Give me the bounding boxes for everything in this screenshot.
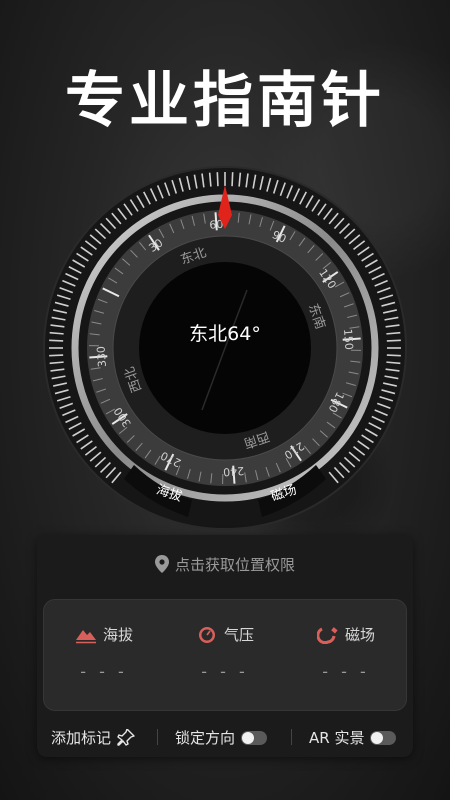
magnet-icon: [316, 626, 338, 644]
toggle-knob: [371, 731, 384, 744]
metric-label: 气压: [223, 626, 254, 644]
add-marker-button[interactable]: 添加标记: [51, 727, 135, 748]
outer-tick: [49, 339, 64, 342]
metric-altitude: 海拔 - - -: [44, 600, 164, 710]
location-pin-icon: [154, 555, 169, 573]
degree-label: 150: [341, 328, 355, 350]
pin-icon: [117, 728, 135, 746]
action-bar: 添加标记 锁定方向 AR 实景: [37, 723, 413, 751]
metric-magnetic: 磁场 - - -: [286, 600, 406, 710]
outer-tick: [49, 354, 64, 357]
outer-tick: [231, 172, 234, 187]
degree-label: 240: [223, 464, 245, 478]
heading-readout: 东北64°: [189, 323, 261, 345]
ar-view-toggle[interactable]: AR 实景: [309, 727, 397, 748]
outer-tick: [386, 339, 401, 342]
compass-dial[interactable]: 30 60 90 120 150 180 210 240 270 300 330 东北 东南 西南 西北 …: [42, 165, 408, 531]
metric-label: 磁场: [344, 626, 375, 644]
divider: [157, 729, 158, 745]
metric-value: - - -: [201, 662, 249, 681]
lock-direction-toggle[interactable]: 锁定方向: [175, 727, 268, 748]
outer-tick: [216, 172, 219, 187]
metric-pressure: 气压 - - -: [165, 600, 285, 710]
lock-direction-label: 锁定方向: [175, 729, 236, 747]
ar-view-label: AR 实景: [309, 729, 365, 747]
location-prompt: 点击获取位置权限: [174, 555, 295, 574]
metric-label: 海拔: [102, 626, 133, 644]
metric-value: - - -: [80, 662, 128, 681]
mountain-icon: [75, 629, 96, 643]
toggle-knob: [242, 731, 255, 744]
info-card: 点击获取位置权限 海拔 - - - 气压 - - - 磁场 - - - 添加标记…: [37, 535, 413, 757]
gauge-icon: [198, 626, 215, 643]
lock-direction-switch[interactable]: [241, 730, 268, 745]
app-headline: 专业指南针: [65, 66, 385, 136]
divider: [291, 729, 292, 745]
metric-value: - - -: [322, 662, 370, 681]
ar-view-switch[interactable]: [370, 730, 397, 745]
location-permission[interactable]: 点击获取位置权限: [37, 553, 413, 575]
degree-label: 330: [95, 346, 109, 368]
outer-tick: [386, 354, 401, 357]
metrics-panel: 海拔 - - - 气压 - - - 磁场 - - -: [43, 599, 407, 711]
add-marker-label: 添加标记: [51, 729, 112, 747]
